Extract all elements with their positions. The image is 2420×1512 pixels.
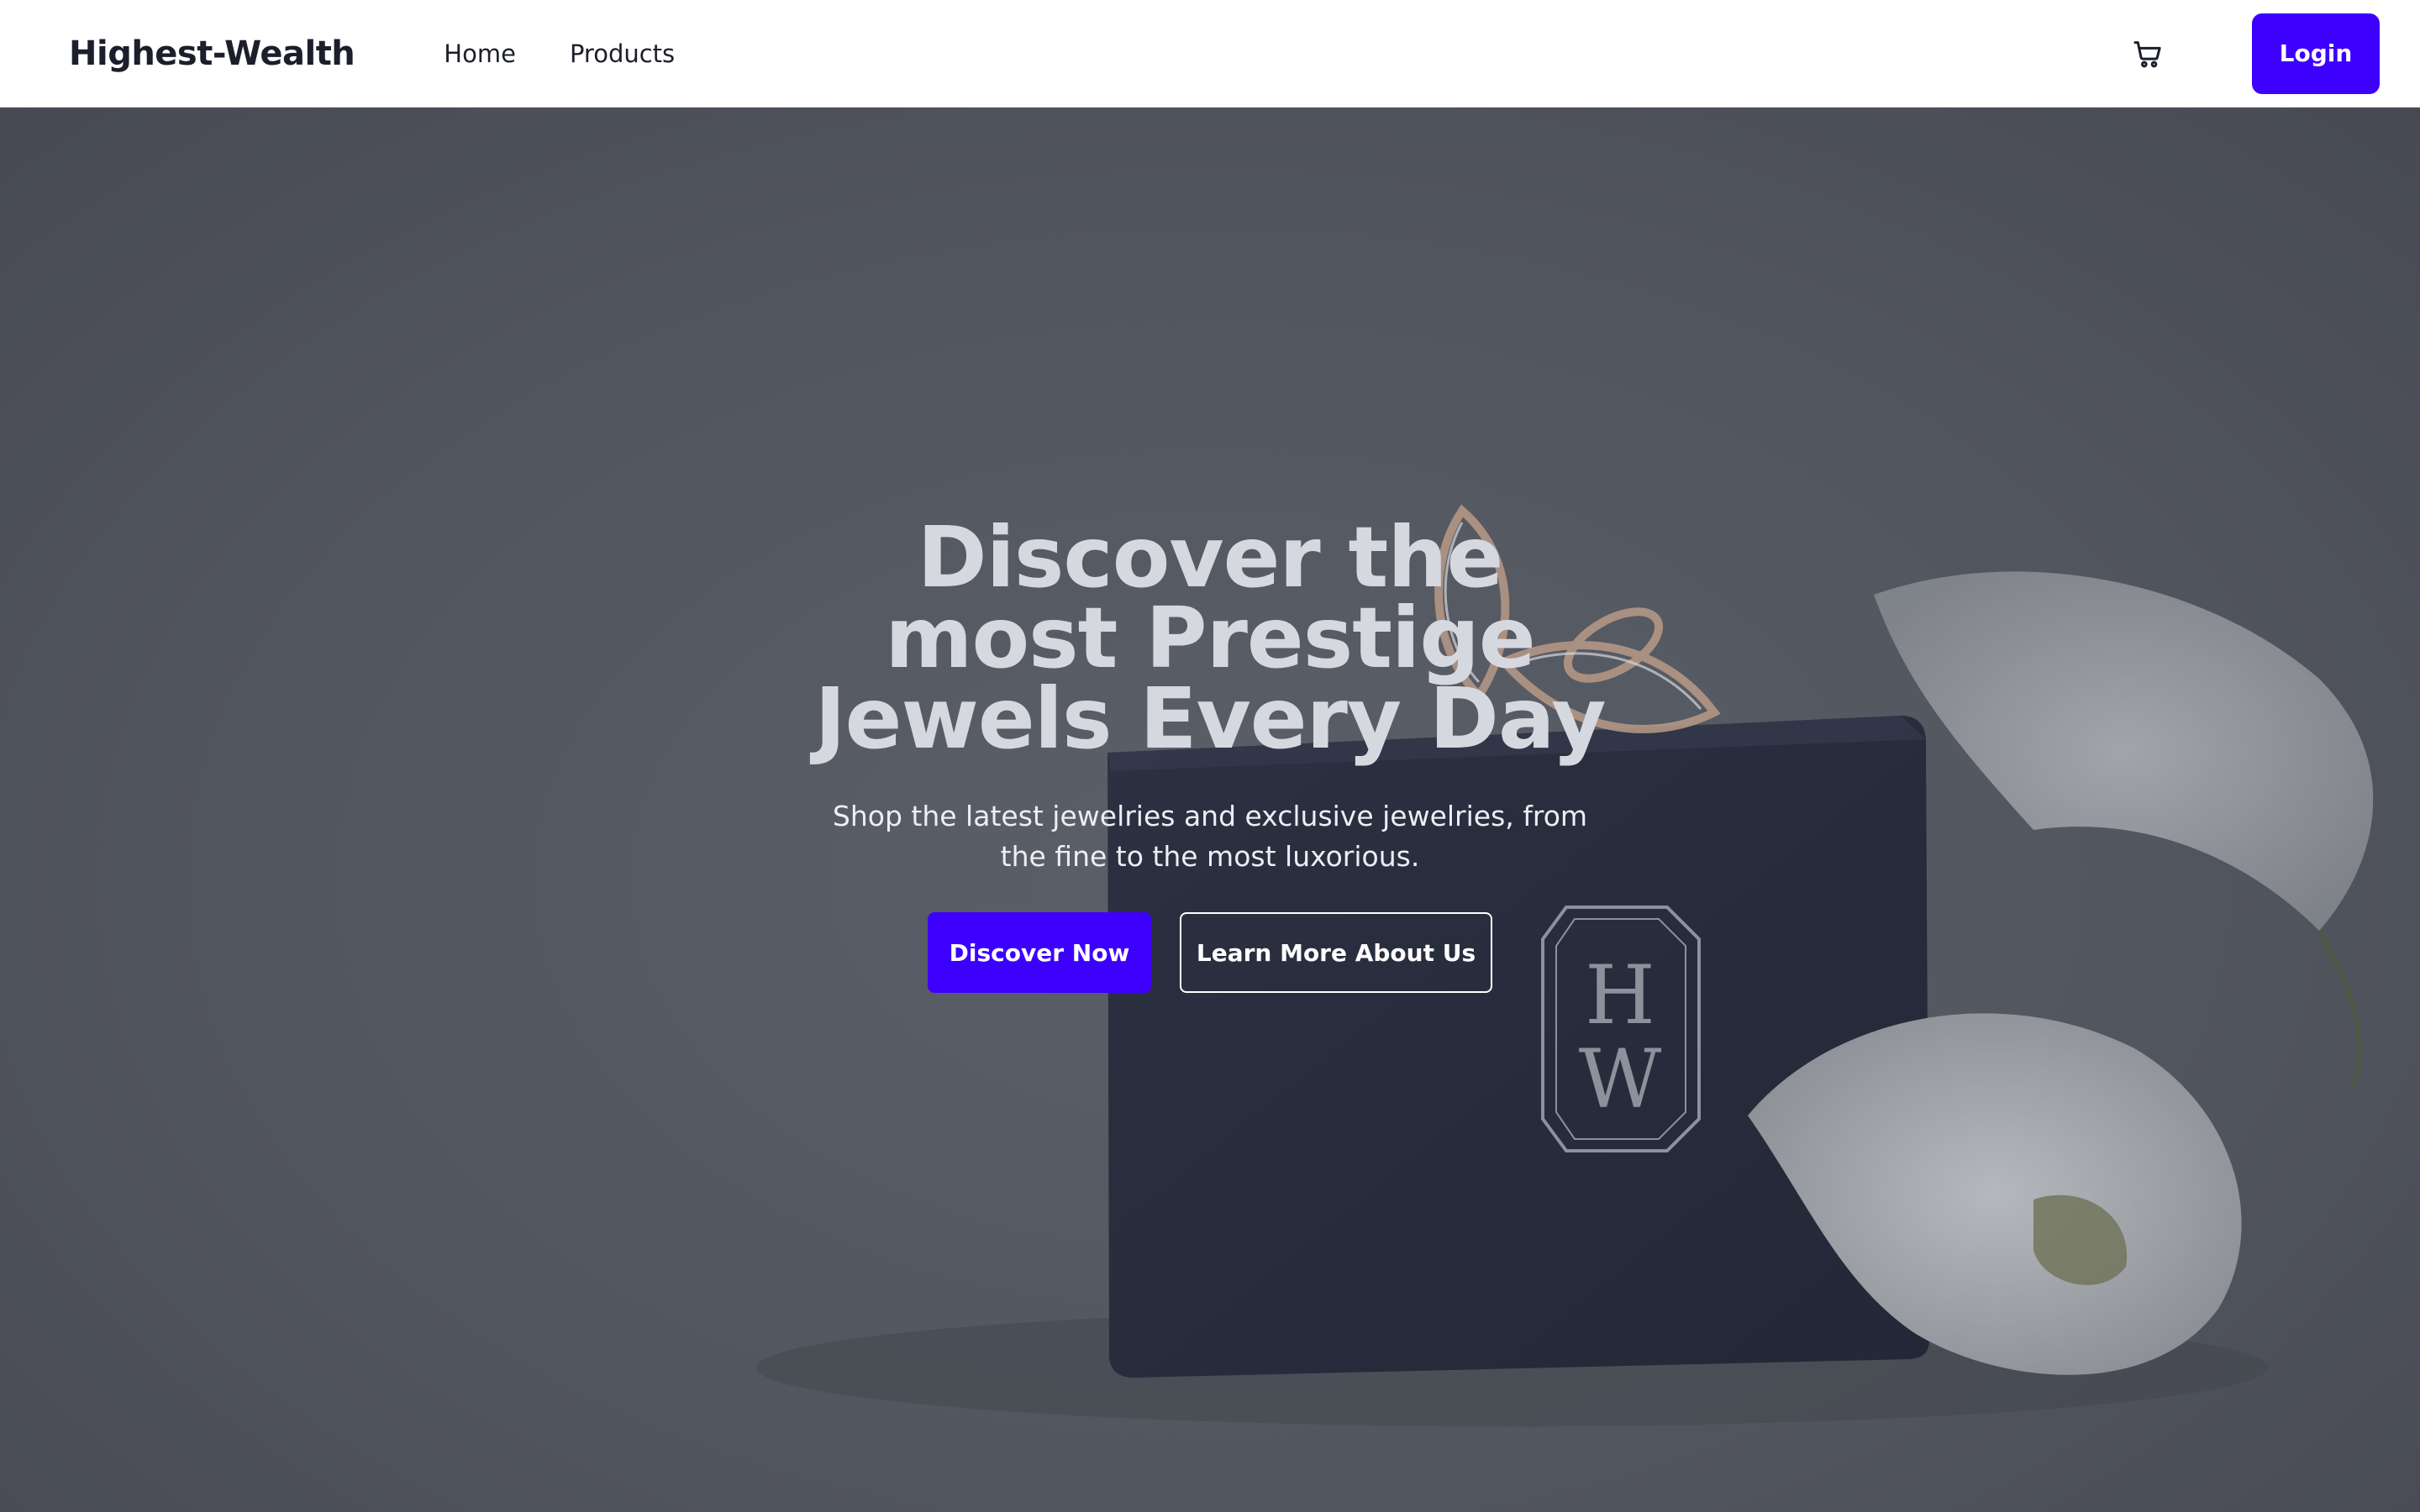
hero-content: Discover the most Prestige Jewels Every … [790,516,1630,993]
discover-now-button[interactable]: Discover Now [928,912,1151,993]
hero-actions: Discover Now Learn More About Us [790,912,1630,993]
hero-title-line-3: Jewels Every Day [814,669,1606,768]
nav-link-products[interactable]: Products [570,39,675,68]
hero-section: H W Discover the most Prestige Jewels Ev… [0,108,2420,1512]
login-button[interactable]: Login [2252,13,2380,94]
monogram-letter-w: W [1579,1032,1662,1126]
main-nav: Home Products [444,39,675,68]
cart-icon [2133,40,2161,67]
nav-link-home[interactable]: Home [444,39,516,68]
brand-logo[interactable]: Highest-Wealth [69,34,355,73]
hero-title: Discover the most Prestige Jewels Every … [790,516,1630,761]
hero-subtitle: Shop the latest jewelries and exclusive … [832,800,1588,873]
learn-more-button[interactable]: Learn More About Us [1180,912,1492,993]
top-navbar: Highest-Wealth Home Products Login [0,0,2420,108]
cart-button[interactable] [2123,29,2173,79]
